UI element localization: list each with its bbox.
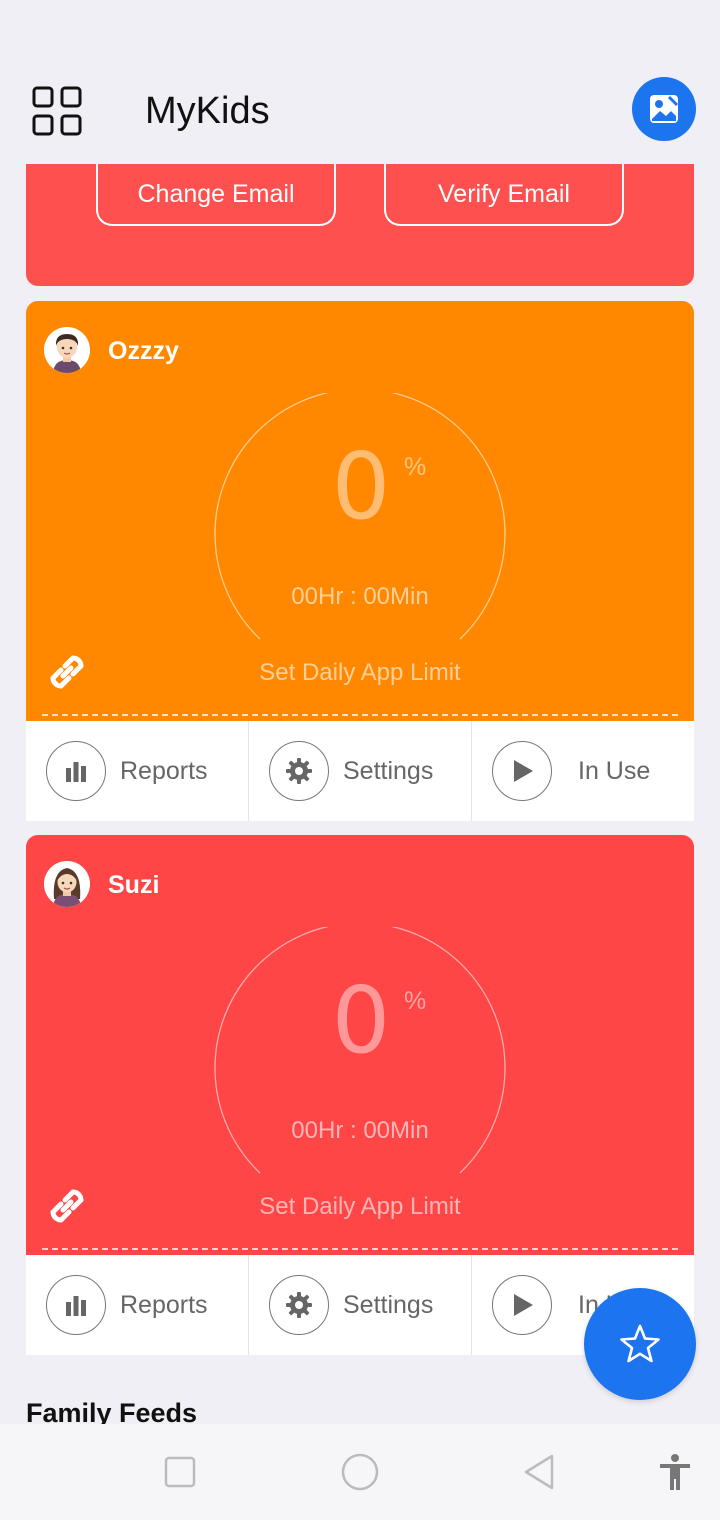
girl-avatar	[44, 861, 90, 907]
boy-avatar	[44, 327, 90, 373]
kid-name: Suzi	[108, 871, 160, 899]
in-use-label: In Use	[578, 756, 651, 785]
screen: MyKids Change Email Verify Email Ozzzy 0…	[0, 0, 720, 1520]
grid-menu-icon[interactable]	[32, 86, 82, 136]
set-daily-limit-link[interactable]: Set Daily App Limit	[26, 1193, 694, 1221]
reports-label: Reports	[120, 1290, 208, 1319]
gear-icon	[286, 1292, 312, 1318]
reports-button[interactable]: Reports	[26, 1255, 248, 1355]
profile-button[interactable]	[632, 77, 696, 141]
play-icon	[514, 760, 533, 782]
app-title: MyKids	[145, 90, 270, 132]
reports-label: Reports	[120, 756, 208, 785]
verify-email-button[interactable]: Verify Email	[384, 164, 624, 226]
kid-name: Ozzzy	[108, 337, 179, 365]
usage-time: 00Hr : 00Min	[291, 583, 429, 610]
settings-icon-circle	[269, 1275, 329, 1335]
usage-percent-value: 0	[331, 433, 391, 540]
percent-sign: %	[404, 987, 427, 1015]
kid-card-header[interactable]: Suzi 0 % 00Hr : 00Min Set Daily App Limi…	[26, 835, 694, 1255]
bar-chart-icon	[66, 1296, 86, 1316]
email-banner: Change Email Verify Email	[26, 164, 694, 286]
kid-card: Ozzzy 0 % 00Hr : 00Min Set Daily App Lim…	[26, 301, 694, 821]
dashed-divider	[42, 714, 678, 716]
gear-icon	[286, 758, 312, 784]
back-triangle-icon[interactable]	[520, 1452, 560, 1492]
circle-icon[interactable]	[340, 1452, 380, 1492]
dashed-divider	[42, 1248, 678, 1250]
settings-button[interactable]: Settings	[248, 721, 471, 821]
in-use-button[interactable]: In Use	[471, 721, 694, 821]
percent-sign: %	[404, 453, 427, 481]
settings-icon-circle	[269, 741, 329, 801]
accessibility-icon[interactable]	[655, 1452, 695, 1492]
set-daily-limit-link[interactable]: Set Daily App Limit	[26, 659, 694, 687]
in-use-icon-circle	[492, 1275, 552, 1335]
play-icon	[514, 1294, 533, 1316]
bar-chart-icon	[66, 762, 86, 782]
favorite-fab[interactable]	[584, 1288, 696, 1400]
reports-button[interactable]: Reports	[26, 721, 248, 821]
reports-icon-circle	[46, 741, 106, 801]
usage-percent-value: 0	[331, 967, 391, 1074]
settings-button[interactable]: Settings	[248, 1255, 471, 1355]
star-icon	[620, 1324, 660, 1363]
image-edit-icon	[650, 95, 679, 123]
kid-card: Suzi 0 % 00Hr : 00Min Set Daily App Limi…	[26, 835, 694, 1355]
in-use-icon-circle	[492, 741, 552, 801]
kid-actions: Reports Settings	[26, 721, 694, 821]
usage-time: 00Hr : 00Min	[291, 1117, 429, 1144]
square-icon[interactable]	[160, 1452, 200, 1492]
settings-label: Settings	[343, 1290, 434, 1319]
reports-icon-circle	[46, 1275, 106, 1335]
settings-label: Settings	[343, 756, 434, 785]
app-header: MyKids	[0, 60, 720, 164]
kid-card-header[interactable]: Ozzzy 0 % 00Hr : 00Min Set Daily App Lim…	[26, 301, 694, 721]
change-email-button[interactable]: Change Email	[96, 164, 336, 226]
system-navbar	[0, 1424, 720, 1520]
